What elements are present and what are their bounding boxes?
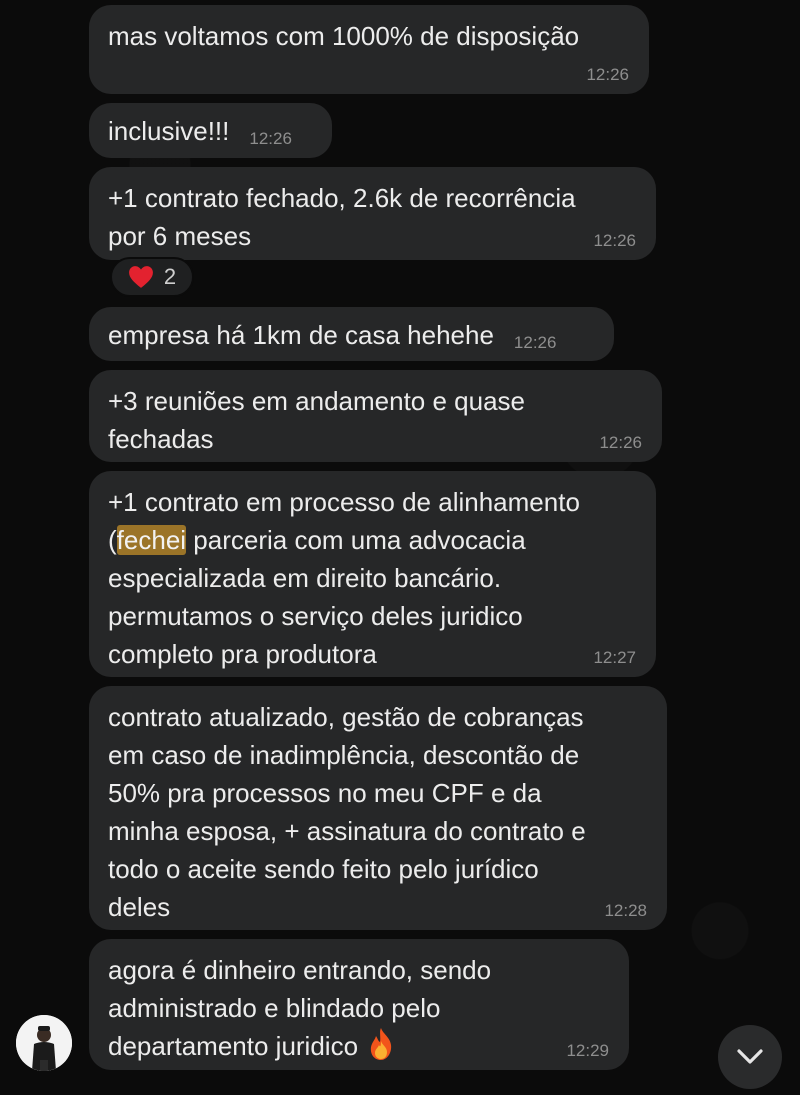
message-bubble[interactable]: contrato atualizado, gestão de cobranças… xyxy=(89,686,667,930)
heart-icon xyxy=(128,266,153,288)
chevron-down-icon xyxy=(737,1049,763,1064)
message-time: 12:28 xyxy=(604,901,647,920)
user-avatar[interactable] xyxy=(16,1015,72,1071)
message-text: +1 contrato fechado, 2.6k de recorrência… xyxy=(108,183,576,251)
message-text: agora é dinheiro entrando, sendo adminis… xyxy=(108,951,609,1065)
message-bubble[interactable]: +3 reuniões em andamento e quase fechada… xyxy=(89,370,662,462)
message-time: 12:29 xyxy=(566,1041,609,1060)
message-text: mas voltamos com 1000% de disposição xyxy=(108,21,580,51)
message-text: +1 contrato em processo de alinhamento (… xyxy=(108,483,636,673)
search-highlight: fechei xyxy=(116,525,187,555)
fire-icon xyxy=(370,1028,392,1060)
message-time: 12:26 xyxy=(249,129,292,148)
message-bubble[interactable]: +1 contrato fechado, 2.6k de recorrência… xyxy=(89,167,656,260)
message-time: 12:26 xyxy=(599,433,642,452)
message-text: empresa há 1km de casa hehehe xyxy=(108,320,494,350)
message-text-part: agora é dinheiro entrando, sendo adminis… xyxy=(108,955,492,1061)
message-text: inclusive!!! xyxy=(108,116,230,146)
message-time: 12:26 xyxy=(593,231,636,250)
message-bubble[interactable]: empresa há 1km de casa hehehe 12:26 xyxy=(89,307,614,361)
message-time: 12:27 xyxy=(593,648,636,667)
message-time: 12:26 xyxy=(586,65,629,84)
message-bubble[interactable]: mas voltamos com 1000% de disposição 12:… xyxy=(89,5,649,94)
message-text: contrato atualizado, gestão de cobranças… xyxy=(108,702,586,922)
scroll-down-button[interactable] xyxy=(718,1025,782,1089)
message-bubble[interactable]: inclusive!!! 12:26 xyxy=(89,103,332,158)
message-text: +3 reuniões em andamento e quase fechada… xyxy=(108,386,526,454)
person-icon xyxy=(16,1015,72,1071)
message-bubble[interactable]: agora é dinheiro entrando, sendo adminis… xyxy=(89,939,629,1070)
message-time: 12:26 xyxy=(513,333,557,352)
reaction-badge[interactable]: 2 xyxy=(110,257,194,297)
message-bubble[interactable]: +1 contrato em processo de alinhamento (… xyxy=(89,471,656,677)
reaction-count: 2 xyxy=(163,264,177,289)
